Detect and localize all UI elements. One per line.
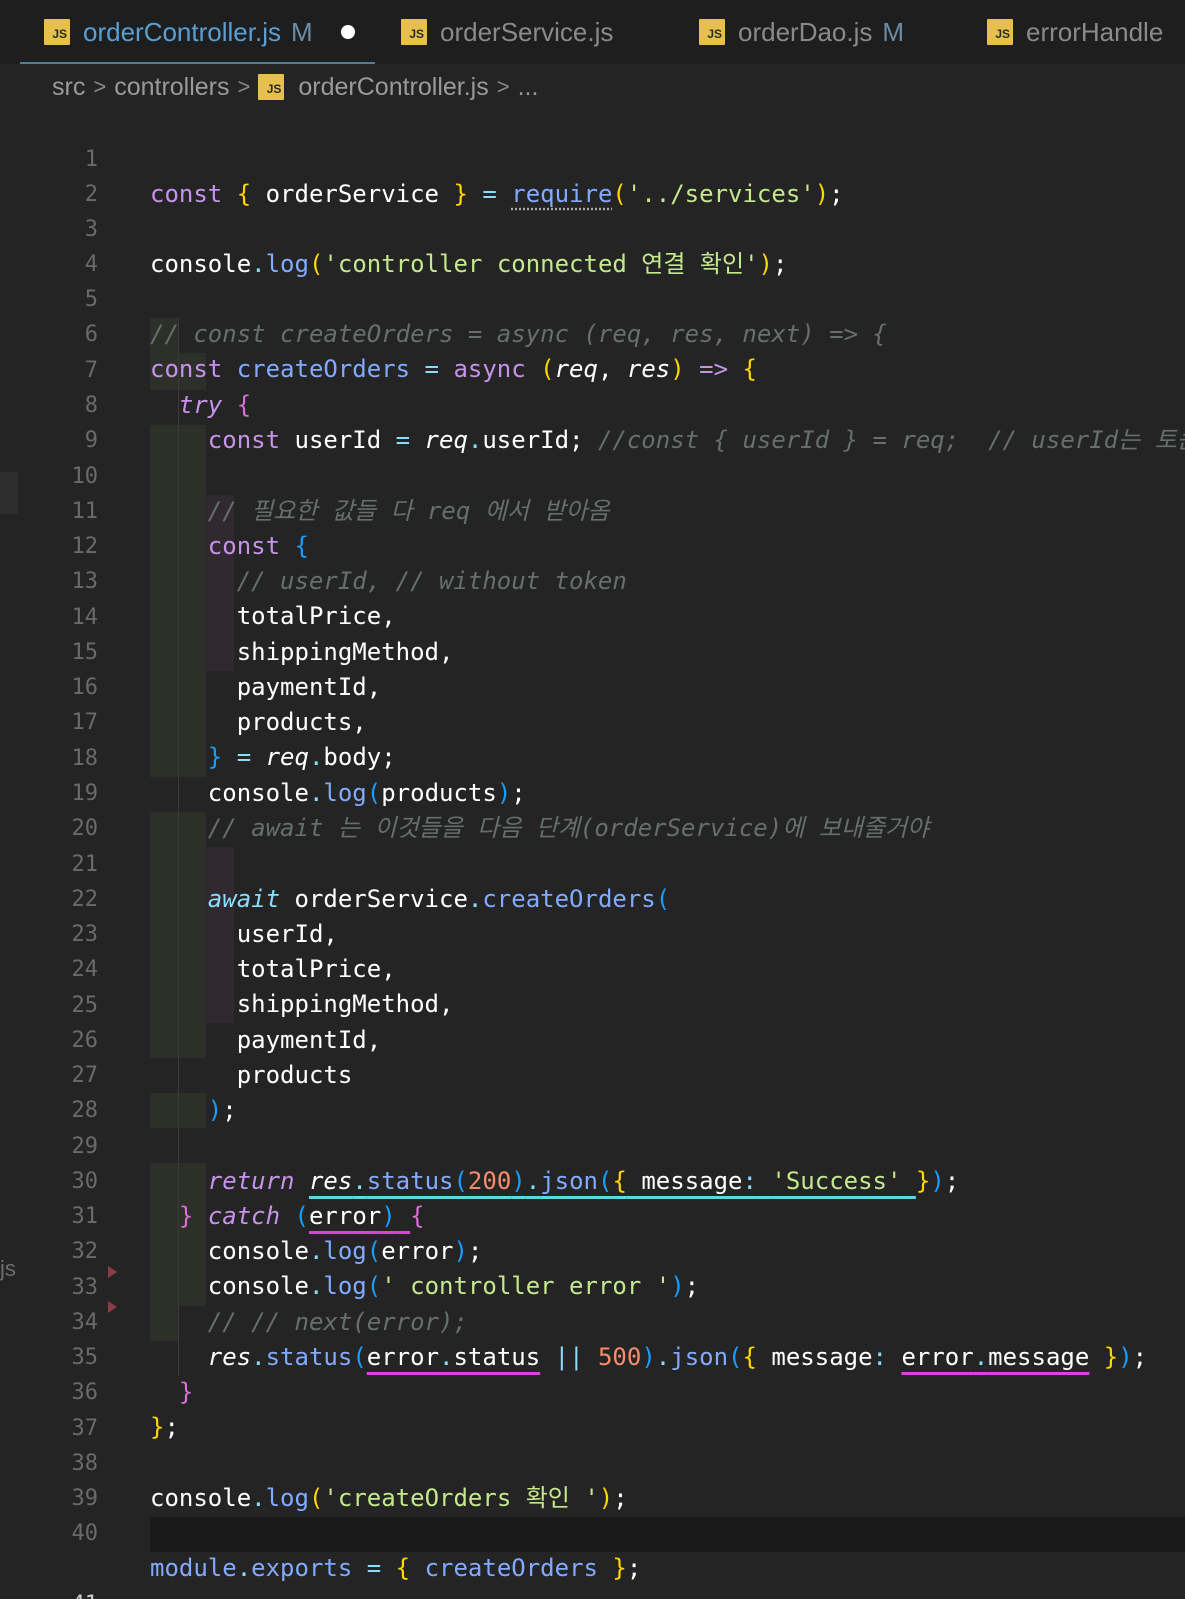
code-line[interactable]: 15 paymentId,: [0, 600, 1185, 701]
code-line[interactable]: 40 module.exports = { createOrders };: [0, 1481, 1185, 1582]
code-editor-window: JS orderController.js M JS orderService.…: [0, 0, 1185, 1599]
code-line[interactable]: 37: [0, 1376, 1185, 1441]
code-line[interactable]: 6 const createOrders = async (req, res) …: [0, 282, 1185, 383]
code-line-current[interactable]: 41: [0, 1517, 1185, 1599]
code-line[interactable]: 4: [0, 212, 1185, 277]
js-file-icon: JS: [987, 19, 1013, 45]
chevron-right-icon: >: [237, 74, 251, 99]
code-line[interactable]: 19 // await 는 이것들을 다음 단계(orderService)에 …: [0, 741, 1185, 842]
code-line[interactable]: 14 shippingMethod,: [0, 565, 1185, 666]
code-line[interactable]: 27 );: [0, 1023, 1185, 1124]
modified-badge: M: [882, 16, 905, 47]
chevron-right-icon: >: [93, 74, 107, 99]
tab-label: orderDao.js: [738, 16, 873, 47]
code-line[interactable]: 22 userId,: [0, 847, 1185, 948]
code-line[interactable]: 26 products: [0, 988, 1185, 1089]
editor-tab-bar: JS orderController.js M JS orderService.…: [0, 0, 1185, 64]
tab-error-handler[interactable]: JS errorHandle: [987, 0, 1163, 64]
tab-label: orderController.js: [83, 16, 281, 47]
code-line[interactable]: 20: [0, 776, 1185, 841]
code-line[interactable]: 35 }: [0, 1305, 1185, 1406]
unsaved-dot-icon[interactable]: [340, 25, 355, 39]
code-line[interactable]: 3 console.log('controller connected 연결 확…: [0, 177, 1185, 278]
code-line[interactable]: 2: [0, 142, 1185, 207]
current-line-highlight: [150, 1517, 1185, 1552]
code-line[interactable]: 10 // 필요한 값들 다 req 에서 받아옴: [0, 424, 1185, 525]
code-line[interactable]: 11 const {: [0, 459, 1185, 560]
tab-label: orderService.js: [440, 16, 614, 47]
tab-label: errorHandle: [1026, 16, 1164, 47]
chevron-right-icon: >: [496, 74, 510, 99]
code-line[interactable]: 25 paymentId,: [0, 953, 1185, 1054]
code-line[interactable]: 23 totalPrice,: [0, 882, 1185, 983]
breadcrumb: src > controllers > JS orderController.j…: [52, 68, 538, 106]
tab-order-dao[interactable]: JS orderDao.js M: [699, 0, 904, 64]
code-line[interactable]: 38 console.log('createOrders 확인 ');: [0, 1411, 1185, 1512]
line-number: 41: [40, 1587, 99, 1599]
code-line[interactable]: 8 const userId = req.userId; //const { u…: [0, 353, 1185, 454]
code-line[interactable]: 5 // const createOrders = async (req, re…: [0, 247, 1185, 348]
code-line[interactable]: 21 await orderService.createOrders(: [0, 812, 1185, 913]
code-line[interactable]: 9: [0, 388, 1185, 453]
modified-badge: M: [290, 16, 313, 47]
code-line[interactable]: 39: [0, 1446, 1185, 1511]
js-file-icon: JS: [401, 19, 427, 45]
code-line[interactable]: 17 } = req.body;: [0, 670, 1185, 771]
code-line-text: module.exports = { createOrders };: [150, 1554, 642, 1582]
code-line[interactable]: 31 console.log(error);: [0, 1164, 1185, 1265]
tab-order-service[interactable]: JS orderService.js: [401, 0, 613, 64]
code-line[interactable]: 32 console.log(' controller error ');: [0, 1199, 1185, 1300]
code-line[interactable]: 36 };: [0, 1340, 1185, 1441]
js-file-icon: JS: [44, 19, 70, 45]
tab-order-controller[interactable]: JS orderController.js M: [20, 0, 375, 64]
code-line[interactable]: 34 res.status(error.status || 500).json(…: [0, 1270, 1185, 1371]
code-line[interactable]: 28: [0, 1058, 1185, 1123]
breadcrumb-symbols[interactable]: ...: [518, 73, 539, 102]
code-line[interactable]: 18 console.log(products);: [0, 706, 1185, 807]
code-line[interactable]: 29 return res.status(200).json({ message…: [0, 1094, 1185, 1195]
breadcrumb-controllers[interactable]: controllers: [114, 73, 229, 102]
code-line[interactable]: 30 } catch (error) {: [0, 1129, 1185, 1230]
code-line[interactable]: 1 const { orderService } = require('../s…: [0, 107, 1185, 208]
code-line[interactable]: 33 // // next(error);: [0, 1235, 1185, 1336]
code-line[interactable]: 16 products,: [0, 635, 1185, 736]
breadcrumb-file[interactable]: orderController.js: [298, 73, 488, 102]
code-line[interactable]: 13 totalPrice,: [0, 529, 1185, 630]
code-line[interactable]: 12 // userId, // without token: [0, 494, 1185, 595]
breadcrumb-src[interactable]: src: [52, 73, 85, 102]
js-file-icon: JS: [258, 74, 285, 100]
code-editor[interactable]: js 1 const { orderService } = require('.…: [0, 106, 1185, 1599]
code-line[interactable]: 24 shippingMethod,: [0, 917, 1185, 1018]
js-file-icon: JS: [699, 19, 725, 45]
code-line[interactable]: 7 try {: [0, 318, 1185, 419]
